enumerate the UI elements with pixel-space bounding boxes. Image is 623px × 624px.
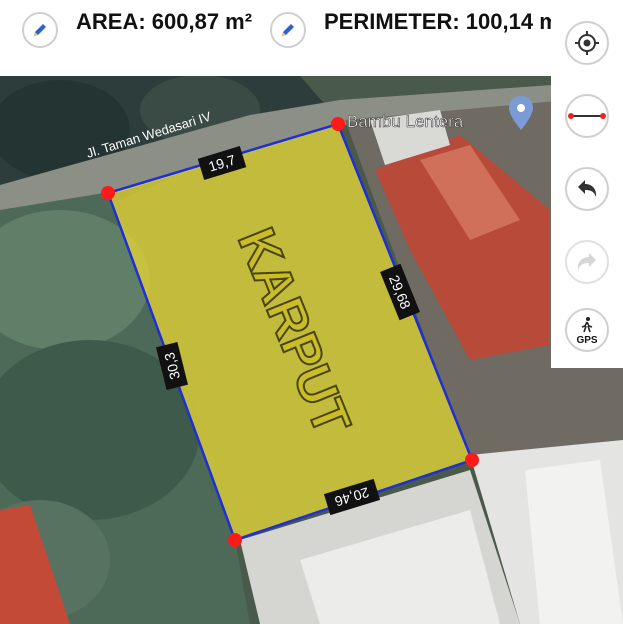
pencil-icon <box>34 24 46 36</box>
vertex-handle[interactable] <box>331 117 345 131</box>
undo-button[interactable] <box>565 167 609 211</box>
edit-perimeter-button[interactable] <box>270 12 306 48</box>
edit-area-button[interactable] <box>22 12 58 48</box>
ruler-line-icon <box>568 113 606 119</box>
pencil-icon <box>282 24 294 36</box>
vertex-handle[interactable] <box>101 186 115 200</box>
walking-person-icon <box>581 317 593 333</box>
right-toolbar: GPS <box>551 0 623 368</box>
area-label: AREA: 600,87 m² <box>76 9 253 34</box>
gps-button[interactable]: GPS <box>565 308 609 352</box>
vertex-handle[interactable] <box>228 533 242 547</box>
redo-button[interactable] <box>565 240 609 284</box>
redo-icon <box>577 253 596 270</box>
measurement-bar: AREA: 600,87 m² PERIMETER: 100,14 m <box>0 0 623 76</box>
vertex-handle[interactable] <box>465 453 479 467</box>
perimeter-label: PERIMETER: 100,14 m <box>324 9 559 34</box>
perimeter-measurement: PERIMETER: 100,14 m <box>270 8 564 48</box>
undo-icon <box>578 180 597 197</box>
satellite-map[interactable]: Jl. Taman Wedasari IV Bambu Lentera 19,7… <box>0 0 623 624</box>
poi-label[interactable]: Bambu Lentera <box>347 112 464 132</box>
area-measurement: AREA: 600,87 m² <box>22 8 276 48</box>
locate-button[interactable] <box>565 21 609 65</box>
crosshair-icon <box>575 31 599 55</box>
gps-label: GPS <box>576 335 598 346</box>
measure-line-button[interactable] <box>565 94 609 138</box>
